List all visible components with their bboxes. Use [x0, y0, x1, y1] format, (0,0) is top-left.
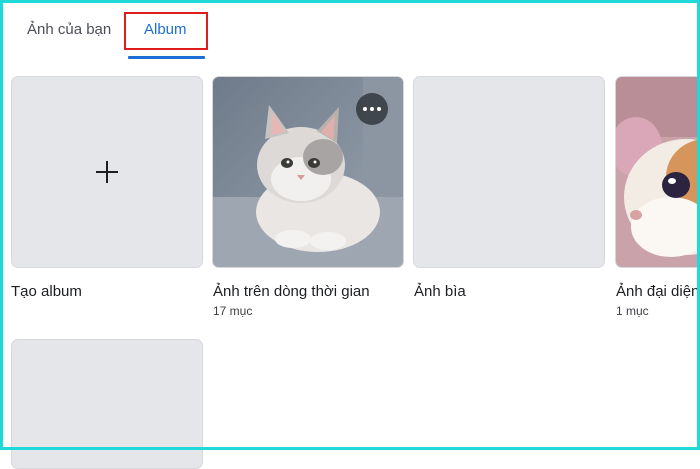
tab-your-photos[interactable]: Ảnh của bạn: [27, 20, 111, 40]
album-count-profile: 1 mục: [616, 304, 649, 318]
album-tile-timeline-photos[interactable]: [212, 76, 404, 268]
active-tab-indicator: [128, 56, 205, 59]
album-title-create[interactable]: Tạo album: [11, 282, 82, 301]
album-title-cover[interactable]: Ảnh bìa: [414, 282, 466, 301]
album-options-button[interactable]: [356, 93, 388, 125]
album-tile-cover-photos[interactable]: [413, 76, 605, 268]
more-dots-icon: [363, 107, 381, 111]
album-count-timeline: 17 mục: [213, 304, 253, 318]
album-title-profile[interactable]: Ảnh đại diện: [616, 282, 699, 301]
create-album-tile[interactable]: [11, 76, 203, 268]
plus-icon: [96, 161, 118, 183]
cat-closeup-photo: [616, 77, 700, 267]
album-tile-profile-photos[interactable]: [615, 76, 700, 268]
album-title-timeline[interactable]: Ảnh trên dòng thời gian: [213, 282, 370, 301]
tab-highlight-box: [124, 12, 208, 50]
